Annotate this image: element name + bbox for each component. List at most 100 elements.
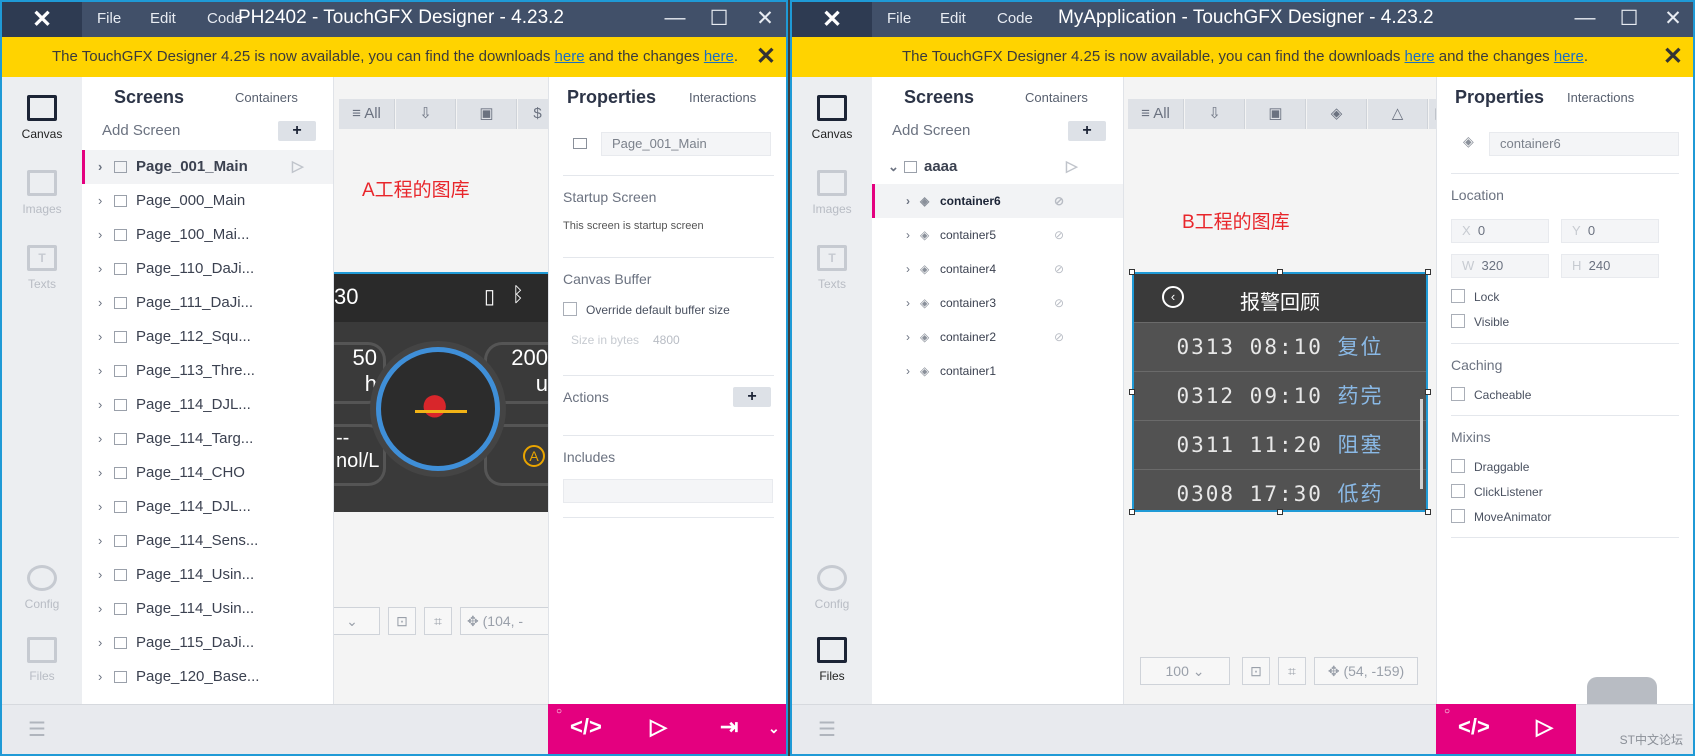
nav-images[interactable]: Images (792, 170, 872, 216)
chevron-right-icon[interactable]: › (906, 252, 910, 286)
chevron-right-icon[interactable]: › (906, 320, 910, 354)
run-simulator-icon[interactable]: ▷ (1536, 714, 1553, 740)
resize-handle[interactable] (1425, 509, 1431, 515)
screen-list-item[interactable]: › Page_001_Main ▷ (82, 150, 333, 184)
visibility-icon[interactable]: ⊘ (1054, 218, 1064, 252)
close-icon[interactable]: ✕ (752, 6, 778, 31)
menu-file[interactable]: File (97, 10, 121, 27)
tab-interactions[interactable]: Interactions (689, 90, 756, 105)
add-screen-button[interactable]: + (1068, 121, 1106, 141)
container-list-item[interactable]: › ◈ container3 ⊘ (872, 286, 1123, 320)
container-list-item[interactable]: › ◈ container5 ⊘ (872, 218, 1123, 252)
generate-code-icon[interactable]: </> (570, 714, 602, 740)
changes-link[interactable]: here (1554, 48, 1584, 65)
chevron-right-icon[interactable]: › (98, 388, 102, 422)
chevron-right-icon[interactable]: › (906, 184, 910, 218)
x-field[interactable]: X 0 (1451, 219, 1549, 243)
crop-icon[interactable]: ⌗ (1278, 657, 1306, 685)
touchgfx-logo[interactable]: ✕ (792, 2, 872, 37)
chevron-right-icon[interactable]: › (98, 456, 102, 490)
menu-code[interactable]: Code (997, 10, 1033, 27)
dismiss-notification-icon[interactable]: ✕ (756, 37, 776, 77)
run-simulator-icon[interactable]: ▷ (650, 714, 667, 740)
screen-list-item[interactable]: › Page_114_Usin... (82, 558, 333, 592)
height-field[interactable]: H 240 (1561, 254, 1659, 278)
screen-list-item[interactable]: › Page_112_Squ... (82, 320, 333, 354)
scroll-indicator[interactable] (1420, 399, 1423, 489)
nav-files[interactable]: Files (792, 637, 872, 683)
chevron-right-icon[interactable]: › (98, 626, 102, 660)
changes-link[interactable]: here (704, 48, 734, 65)
container-list-item[interactable]: › ◈ container6 ⊘ (872, 184, 1123, 218)
resize-handle[interactable] (1425, 389, 1431, 395)
screen-list-item[interactable]: › Page_114_Targ... (82, 422, 333, 456)
screen-list-item[interactable]: › Page_114_Usin... (82, 592, 333, 626)
nav-canvas[interactable]: Canvas (792, 95, 872, 141)
close-icon[interactable]: ✕ (1660, 6, 1686, 31)
nav-config[interactable]: Config (2, 565, 82, 611)
generate-code-icon[interactable]: </> (1458, 714, 1490, 740)
visibility-icon[interactable]: ⊘ (1054, 184, 1064, 218)
downloads-link[interactable]: here (555, 48, 585, 65)
zoom-dropdown[interactable]: ⌄ (334, 607, 380, 635)
draggable-checkbox[interactable]: Draggable (1451, 459, 1529, 474)
menu-icon[interactable]: ☰ (28, 717, 46, 742)
play-icon[interactable]: ▷ (292, 150, 304, 184)
chevron-right-icon[interactable]: › (98, 286, 102, 320)
more-filter-icon[interactable]: ▯ (1429, 99, 1436, 129)
resize-handle[interactable] (1129, 509, 1135, 515)
screen-list-item[interactable]: › Page_114_CHO (82, 456, 333, 490)
maximize-icon[interactable]: ☐ (706, 6, 732, 31)
chevron-down-icon[interactable]: ⌄ (888, 150, 899, 184)
chevron-right-icon[interactable]: › (98, 660, 102, 694)
filter-all-button[interactable]: ≡ All (339, 99, 395, 129)
nav-texts[interactable]: T Texts (792, 245, 872, 291)
add-screen-button[interactable]: + (278, 121, 316, 141)
screen-list-item[interactable]: › Page_000_Main (82, 184, 333, 218)
width-field[interactable]: W 320 (1451, 254, 1549, 278)
tab-interactions[interactable]: Interactions (1567, 90, 1634, 105)
screen-list-item[interactable]: › Page_115_DaJi... (82, 626, 333, 660)
image-filter-icon[interactable]: ▣ (457, 99, 517, 129)
chevron-right-icon[interactable]: › (98, 524, 102, 558)
screen-list-item[interactable]: › Page_114_DJL... (82, 388, 333, 422)
chevron-down-icon[interactable]: ⌄ (768, 720, 780, 737)
y-field[interactable]: Y 0 (1561, 219, 1659, 243)
chevron-right-icon[interactable]: › (98, 184, 102, 218)
chevron-right-icon[interactable]: › (906, 218, 910, 252)
play-icon[interactable]: ▷ (1066, 150, 1078, 184)
nav-canvas[interactable]: Canvas (2, 95, 82, 141)
screen-list-item[interactable]: › Page_113_Thre... (82, 354, 333, 388)
maximize-icon[interactable]: ☐ (1616, 6, 1642, 31)
canvas-area[interactable]: ≡ All ⇩ ▣ ◈ △ ▯ B工程的图库 ‹ 报警回顾 0313 08:10… (1124, 77, 1436, 704)
fit-icon[interactable]: ⊡ (1242, 657, 1270, 685)
screen-list-item[interactable]: › Page_111_DaJi... (82, 286, 333, 320)
resize-handle[interactable] (1129, 269, 1135, 275)
resize-handle[interactable] (1425, 269, 1431, 275)
chevron-right-icon[interactable]: › (98, 422, 102, 456)
screen-list-item[interactable]: › Page_114_DJL... (82, 490, 333, 524)
nav-config[interactable]: Config (792, 565, 872, 611)
alarm-review-container[interactable]: ‹ 报警回顾 0313 08:10 复位 0312 09:10 药完 0311 … (1132, 272, 1428, 512)
chevron-right-icon[interactable]: › (98, 320, 102, 354)
includes-field[interactable] (563, 479, 773, 503)
chevron-right-icon[interactable]: › (906, 286, 910, 320)
chevron-right-icon[interactable]: › (98, 558, 102, 592)
tab-containers[interactable]: Containers (235, 90, 298, 105)
nav-texts[interactable]: T Texts (2, 245, 82, 291)
layers-filter-icon[interactable]: ◈ (1307, 99, 1367, 129)
screen-list-item[interactable]: › Page_120_Base... (82, 660, 333, 694)
run-target-icon[interactable]: ⇥ (720, 714, 738, 740)
cacheable-checkbox[interactable]: Cacheable (1451, 387, 1531, 402)
tab-containers[interactable]: Containers (1025, 90, 1088, 105)
screen-list-item[interactable]: › Page_114_Sens... (82, 524, 333, 558)
minimize-icon[interactable]: — (662, 6, 688, 30)
container-list-item[interactable]: › ◈ container4 ⊘ (872, 252, 1123, 286)
chevron-right-icon[interactable]: › (98, 354, 102, 388)
resize-handle[interactable] (1129, 389, 1135, 395)
screen-list-item[interactable]: › Page_100_Mai... (82, 218, 333, 252)
container-list-item[interactable]: › ◈ container2 ⊘ (872, 320, 1123, 354)
chevron-right-icon[interactable]: › (98, 592, 102, 626)
visibility-icon[interactable]: ⊘ (1054, 252, 1064, 286)
visibility-icon[interactable]: ⊘ (1054, 286, 1064, 320)
